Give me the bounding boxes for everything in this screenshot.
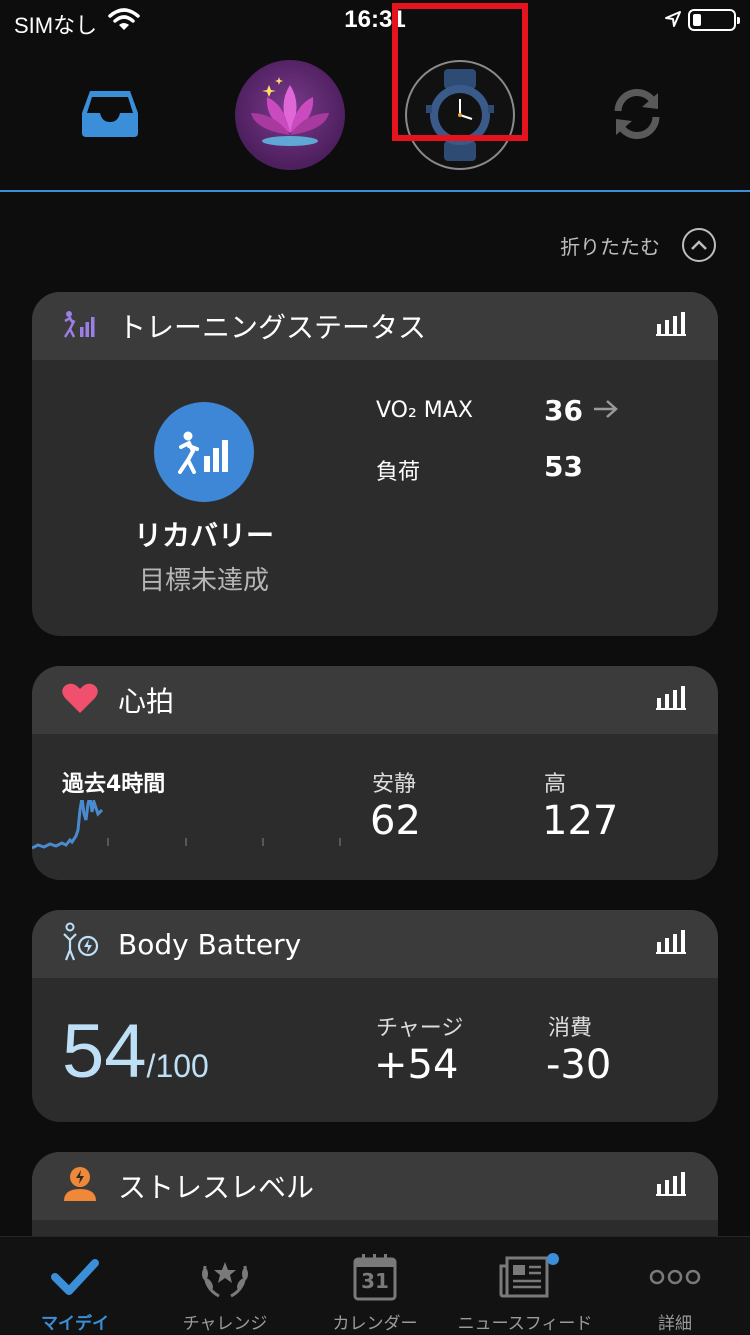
location-icon [664,10,682,33]
card-header: Body Battery [32,910,718,978]
charge-value: +54 [374,1042,459,1088]
tab-label: マイデイ [41,1314,109,1334]
card-header: ストレスレベル [32,1152,718,1220]
card-header: トレーニングステータス [32,292,718,360]
inbox-icon[interactable] [80,85,140,141]
drain-label: 消費 [548,1016,593,1041]
tab-label: 詳細 [658,1314,692,1334]
training-status-card[interactable]: トレーニングステータス リカバリー 目標未達成 VO₂ MAX 36 負荷 53 [32,292,718,636]
tab-label: チャレンジ [182,1314,268,1334]
battery-icon [688,9,740,31]
body-battery-level: 54 [62,1009,147,1094]
card-header: 心拍 [32,666,718,734]
newspaper-icon [499,1247,559,1307]
clock: 16:31 [344,6,406,33]
top-navigation [0,40,750,192]
calendar-icon: 31 [353,1247,397,1307]
tab-my-day[interactable]: マイデイ [0,1237,150,1335]
card-title: ストレスレベル [118,1171,315,1204]
calendar-day: 31 [361,1269,389,1293]
heart-rate-card[interactable]: 心拍 過去4時間 安静 62 高 127 [32,666,718,880]
tab-challenges[interactable]: チャレンジ [150,1237,300,1335]
heart-rate-sparkline [32,800,341,850]
high-hr-label: 高 [544,772,567,797]
tab-label: ニュースフィード [457,1314,593,1334]
high-hr-value: 127 [542,798,619,844]
time-period-label: 過去4時間 [62,772,166,797]
body-battery-icon [62,922,99,966]
training-goal-text: 目標未達成 [138,566,269,596]
collapse-toggle[interactable]: 折りたたむ [560,228,716,262]
profile-avatar[interactable] [235,60,345,170]
training-icon [62,309,98,343]
load-label: 負荷 [376,460,421,485]
bar-chart-icon[interactable] [656,686,686,710]
checkmark-icon [51,1247,99,1307]
card-title: トレーニングステータス [118,311,427,344]
arrow-right-icon [592,398,620,424]
tab-label: カレンダー [332,1314,418,1334]
highlight-frame [392,3,528,141]
bar-chart-icon[interactable] [656,1172,686,1196]
body-battery-card[interactable]: Body Battery 54/100 チャージ +54 消費 -30 [32,910,718,1122]
more-icon [649,1247,701,1307]
tab-calendar[interactable]: 31 カレンダー [300,1237,450,1335]
collapse-label: 折りたたむ [560,234,660,259]
vo2-max-value: 36 [544,394,583,427]
recovery-badge-icon [154,402,254,502]
load-value: 53 [544,450,583,483]
vo2-max-label: VO₂ MAX [376,398,473,423]
stress-icon [62,1165,98,1207]
resting-hr-value: 62 [370,798,421,844]
bar-chart-icon[interactable] [656,312,686,336]
body-battery-value: 54/100 [62,1008,209,1095]
card-title: 心拍 [118,685,175,718]
bar-chart-icon[interactable] [656,930,686,954]
tab-more[interactable]: 詳細 [600,1237,750,1335]
charge-label: チャージ [376,1016,464,1041]
resting-hr-label: 安静 [372,772,417,797]
lotus-icon [251,77,329,146]
laurel-icon [199,1247,251,1307]
body-battery-max: /100 [146,1048,209,1084]
training-status-value: リカバリー [133,519,274,552]
card-title: Body Battery [118,927,302,961]
status-bar: SIMなし 16:31 [0,0,750,40]
tab-newsfeed[interactable]: ニュースフィード [450,1237,600,1335]
heart-icon [62,682,98,718]
sync-icon[interactable] [608,85,666,143]
bottom-tab-bar: マイデイ チャレンジ 31 カレンダー ニュースフィード 詳細 [0,1236,750,1334]
drain-value: -30 [546,1042,612,1088]
chevron-up-icon [682,228,716,262]
notification-dot [547,1253,559,1265]
